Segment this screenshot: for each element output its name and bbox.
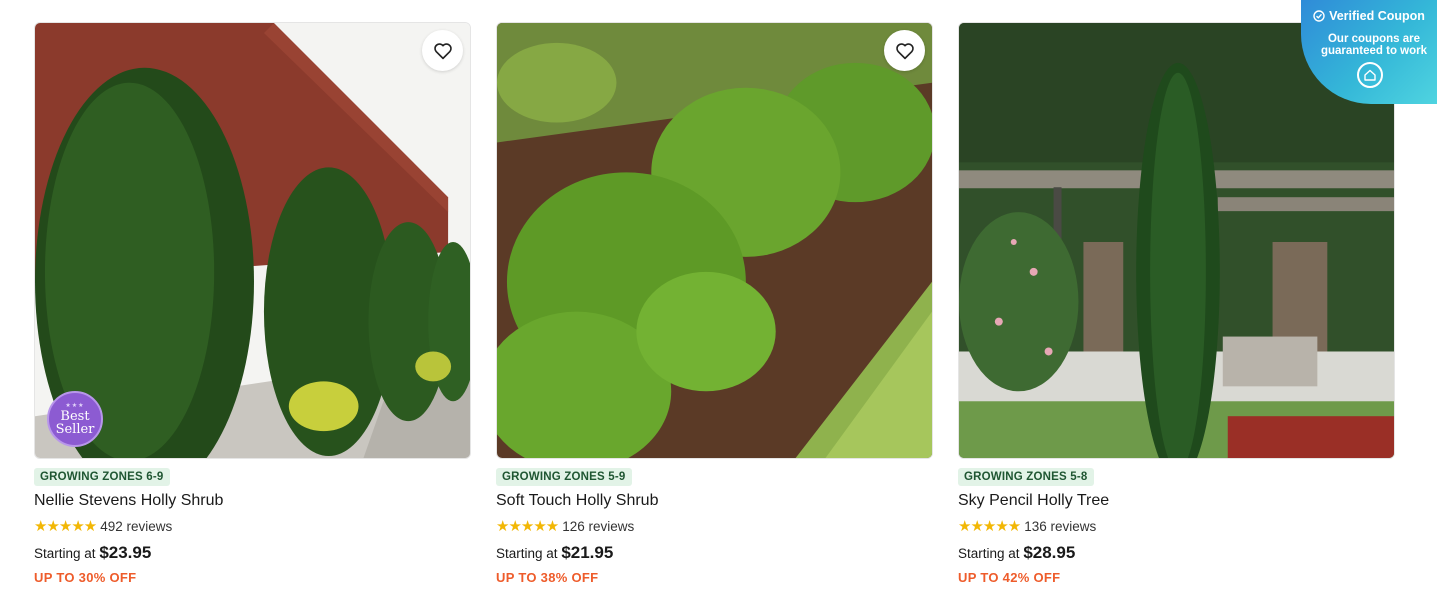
rating-stars-icon: ★★★★★ (958, 518, 1021, 535)
product-card[interactable]: GROWING ZONES 5-9 Soft Touch Holly Shrub… (496, 22, 933, 585)
product-photo (35, 23, 470, 458)
review-count: 126 reviews (562, 518, 635, 534)
price-row: Starting at $23.95 (34, 543, 471, 563)
price-value: $28.95 (1023, 543, 1076, 562)
product-grid: ★★★ Best Seller GROWING ZONES 6-9 Nellie… (34, 22, 1395, 585)
review-count: 492 reviews (100, 518, 173, 534)
product-rating[interactable]: ★★★★★ 126 reviews (496, 517, 933, 535)
product-card[interactable]: GROWING ZONES 5-8 Sky Pencil Holly Tree … (958, 22, 1395, 585)
price-prefix: Starting at (496, 546, 558, 561)
badge-stars-icon: ★★★ (65, 401, 85, 409)
product-photo (497, 23, 932, 458)
discount-label: UP TO 42% OFF (958, 570, 1061, 585)
growing-zones-tag: GROWING ZONES 5-8 (958, 468, 1094, 486)
product-title[interactable]: Soft Touch Holly Shrub (496, 492, 933, 510)
growing-zones-tag: GROWING ZONES 6-9 (34, 468, 170, 486)
growing-zones-tag: GROWING ZONES 5-9 (496, 468, 632, 486)
coupon-title: Verified Coupon (1329, 9, 1425, 23)
rating-stars-icon: ★★★★★ (34, 518, 97, 535)
price-row: Starting at $21.95 (496, 543, 933, 563)
coupon-logo-icon[interactable] (1357, 62, 1383, 88)
price-row: Starting at $28.95 (958, 543, 1395, 563)
coupon-header: Verified Coupon (1301, 9, 1437, 23)
product-rating[interactable]: ★★★★★ 136 reviews (958, 517, 1395, 535)
product-rating[interactable]: ★★★★★ 492 reviews (34, 517, 471, 535)
favorite-button[interactable] (884, 30, 925, 71)
price-value: $21.95 (561, 543, 614, 562)
product-image[interactable] (496, 22, 933, 459)
badge-line2: Seller (55, 421, 95, 437)
house-tag-icon (1364, 69, 1376, 81)
product-title[interactable]: Sky Pencil Holly Tree (958, 492, 1395, 510)
product-title[interactable]: Nellie Stevens Holly Shrub (34, 492, 471, 510)
price-prefix: Starting at (34, 546, 96, 561)
rating-stars-icon: ★★★★★ (496, 518, 559, 535)
coupon-text: Our coupons are guaranteed to work (1320, 33, 1428, 57)
product-card[interactable]: ★★★ Best Seller GROWING ZONES 6-9 Nellie… (34, 22, 471, 585)
badge-line1: Best (60, 408, 90, 424)
best-seller-badge: ★★★ Best Seller (47, 391, 103, 447)
price-value: $23.95 (99, 543, 152, 562)
check-circle-icon (1313, 10, 1325, 22)
price-prefix: Starting at (958, 546, 1020, 561)
discount-label: UP TO 30% OFF (34, 570, 137, 585)
favorite-button[interactable] (422, 30, 463, 71)
review-count: 136 reviews (1024, 518, 1097, 534)
discount-label: UP TO 38% OFF (496, 570, 599, 585)
heart-icon (895, 42, 914, 59)
product-image[interactable]: ★★★ Best Seller (34, 22, 471, 459)
heart-icon (433, 42, 452, 59)
